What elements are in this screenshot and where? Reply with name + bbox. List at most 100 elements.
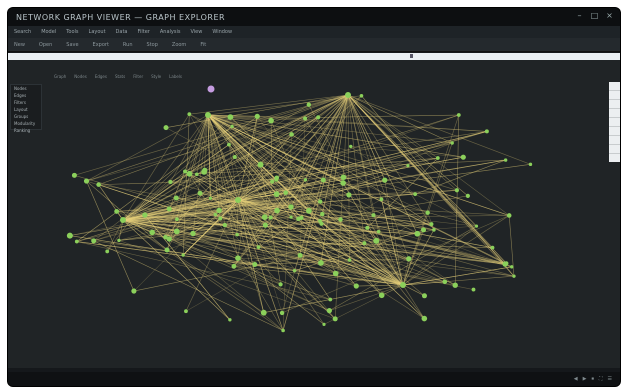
toolbar-button[interactable]: Export <box>93 42 109 48</box>
graph-node[interactable] <box>322 322 326 326</box>
graph-node[interactable] <box>353 283 359 289</box>
graph-node[interactable] <box>338 217 343 222</box>
graph-node[interactable] <box>201 168 207 175</box>
panel-row[interactable] <box>609 118 620 127</box>
graph-node[interactable] <box>421 315 428 322</box>
stop-icon[interactable]: ⏹ <box>591 376 594 382</box>
graph-node[interactable] <box>274 175 280 181</box>
graph-node[interactable] <box>317 199 323 204</box>
menu-item[interactable]: Model <box>41 29 56 35</box>
graph-node[interactable] <box>260 309 267 316</box>
graph-node[interactable] <box>230 124 234 129</box>
graph-node[interactable] <box>166 236 172 242</box>
menu-item[interactable]: Data <box>116 29 128 35</box>
graph-node[interactable] <box>474 224 479 228</box>
graph-node[interactable] <box>510 265 514 269</box>
menu-item[interactable]: Layout <box>89 29 106 35</box>
graph-node[interactable] <box>413 192 418 197</box>
toolbar-button[interactable]: Fit <box>200 42 206 48</box>
graph-node[interactable] <box>213 212 218 217</box>
maximize-icon[interactable]: □ <box>590 11 599 20</box>
graph-node[interactable] <box>345 92 351 98</box>
graph-node[interactable] <box>261 214 268 221</box>
panel-item[interactable]: Nodes <box>11 85 41 92</box>
graph-node[interactable] <box>400 282 406 288</box>
graph-node[interactable] <box>257 161 264 168</box>
prev-icon[interactable]: ◀ <box>574 376 578 382</box>
graph-node[interactable] <box>306 207 312 214</box>
graph-node[interactable] <box>235 232 239 237</box>
graph-node[interactable] <box>66 232 73 239</box>
graph-node[interactable] <box>289 132 294 137</box>
graph-node[interactable] <box>406 163 410 168</box>
graph-node[interactable] <box>359 93 364 98</box>
graph-node[interactable] <box>270 179 275 184</box>
graph-node[interactable] <box>442 279 448 285</box>
graph-node[interactable] <box>471 287 476 292</box>
graph-node[interactable] <box>166 206 172 212</box>
minimize-icon[interactable]: – <box>575 11 584 20</box>
graph-node[interactable] <box>378 292 385 299</box>
graph-node[interactable] <box>435 156 440 160</box>
graph-node[interactable] <box>303 178 308 182</box>
graph-node[interactable] <box>289 215 293 219</box>
graph-node[interactable] <box>83 178 90 184</box>
graph-node[interactable] <box>328 297 333 302</box>
panel-row[interactable] <box>609 82 620 91</box>
graph-node[interactable] <box>296 216 301 222</box>
toolbar-button[interactable]: Open <box>39 42 52 48</box>
panel-item[interactable]: Edges <box>11 92 41 99</box>
toolbar-button[interactable]: New <box>14 42 25 48</box>
graph-node[interactable] <box>484 129 489 134</box>
graph-node[interactable] <box>406 256 412 262</box>
graph-node[interactable] <box>114 209 120 214</box>
graph-node[interactable] <box>120 217 126 223</box>
graph-node[interactable] <box>183 169 188 174</box>
graph-node[interactable] <box>316 115 321 120</box>
graph-node[interactable] <box>379 197 384 202</box>
graph-node[interactable] <box>490 245 495 250</box>
tab[interactable]: Stats <box>115 74 125 79</box>
graph-node[interactable] <box>235 197 241 203</box>
next-icon[interactable]: ▶ <box>583 376 587 382</box>
graph-node[interactable] <box>184 309 188 314</box>
graph-node[interactable] <box>281 328 285 333</box>
panel-item[interactable]: Ranking <box>11 127 41 134</box>
menu-item[interactable]: Analysis <box>160 29 181 35</box>
graph-node[interactable] <box>71 172 77 178</box>
panel-item[interactable]: Groups <box>11 113 41 120</box>
toolbar-button[interactable]: Run <box>123 42 133 48</box>
selected-node[interactable] <box>207 85 215 93</box>
graph-node[interactable] <box>256 245 261 250</box>
graph-node[interactable] <box>218 216 223 221</box>
graph-node[interactable] <box>421 227 427 233</box>
menu-item[interactable]: Tools <box>66 29 78 35</box>
graph-node[interactable] <box>297 252 303 258</box>
graph-node[interactable] <box>164 247 170 253</box>
graph-node[interactable] <box>91 238 97 244</box>
graph-node[interactable] <box>306 102 312 107</box>
graph-node[interactable] <box>320 211 325 217</box>
panel-item[interactable]: Filters <box>11 99 41 106</box>
graph-node[interactable] <box>205 112 211 118</box>
tab[interactable]: Labels <box>169 74 182 79</box>
graph-node[interactable] <box>194 172 199 177</box>
graph-node[interactable] <box>465 193 470 198</box>
graph-node[interactable] <box>454 188 459 193</box>
graph-node[interactable] <box>320 177 326 183</box>
panel-row[interactable] <box>609 136 620 145</box>
graph-node[interactable] <box>283 190 289 196</box>
graph-node[interactable] <box>346 192 352 198</box>
graph-node[interactable] <box>528 162 533 167</box>
graph-node[interactable] <box>452 282 458 288</box>
panel-row[interactable] <box>609 145 620 154</box>
graph-node[interactable] <box>252 261 258 267</box>
graph-node[interactable] <box>340 180 346 186</box>
graph-node[interactable] <box>349 144 353 149</box>
tab[interactable]: Edges <box>95 74 107 79</box>
graph-node[interactable] <box>208 196 213 200</box>
graph-node[interactable] <box>235 255 241 261</box>
graph-node[interactable] <box>231 263 237 269</box>
graph-node[interactable] <box>186 170 193 177</box>
graph-node[interactable] <box>175 217 179 222</box>
